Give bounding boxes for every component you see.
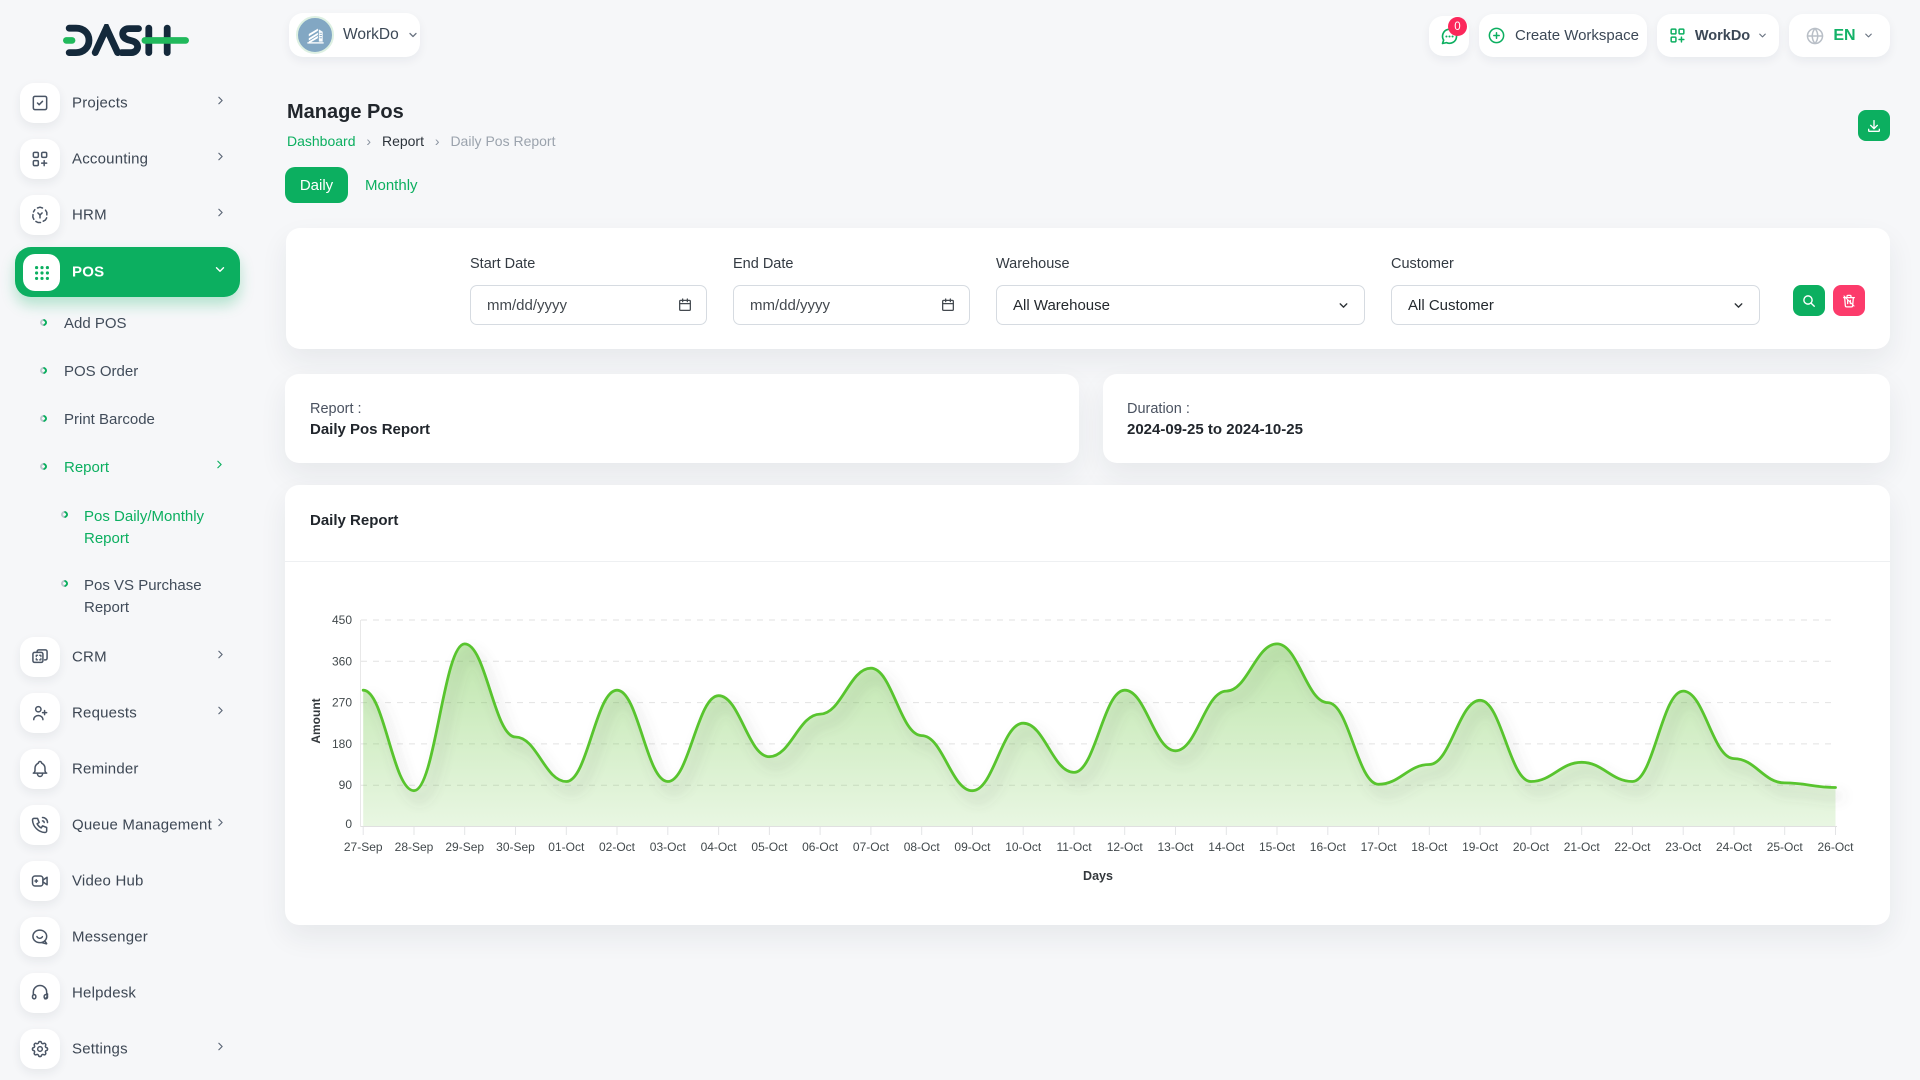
svg-text:450: 450 [332,613,352,627]
svg-text:14-Oct: 14-Oct [1208,840,1245,854]
svg-text:18-Oct: 18-Oct [1411,840,1448,854]
svg-text:25-Oct: 25-Oct [1767,840,1804,854]
svg-text:0: 0 [345,817,352,831]
svg-text:04-Oct: 04-Oct [701,840,738,854]
svg-text:Amount: Amount [309,698,323,743]
svg-text:180: 180 [332,737,352,751]
svg-text:09-Oct: 09-Oct [954,840,991,854]
svg-text:26-Oct: 26-Oct [1817,840,1854,854]
svg-text:28-Sep: 28-Sep [395,840,434,854]
svg-text:01-Oct: 01-Oct [548,840,585,854]
svg-text:21-Oct: 21-Oct [1564,840,1601,854]
svg-text:13-Oct: 13-Oct [1157,840,1194,854]
svg-text:08-Oct: 08-Oct [904,840,941,854]
svg-text:90: 90 [339,778,353,792]
svg-text:Days: Days [1083,869,1113,883]
svg-text:03-Oct: 03-Oct [650,840,687,854]
svg-text:30-Sep: 30-Sep [496,840,535,854]
svg-text:17-Oct: 17-Oct [1361,840,1398,854]
svg-text:24-Oct: 24-Oct [1716,840,1753,854]
svg-text:10-Oct: 10-Oct [1005,840,1042,854]
svg-text:07-Oct: 07-Oct [853,840,890,854]
svg-text:23-Oct: 23-Oct [1665,840,1702,854]
svg-text:15-Oct: 15-Oct [1259,840,1296,854]
svg-text:270: 270 [332,696,352,710]
svg-text:22-Oct: 22-Oct [1614,840,1651,854]
svg-text:27-Sep: 27-Sep [344,840,383,854]
svg-text:360: 360 [332,654,352,668]
svg-text:19-Oct: 19-Oct [1462,840,1499,854]
svg-text:02-Oct: 02-Oct [599,840,636,854]
svg-text:29-Sep: 29-Sep [445,840,484,854]
svg-text:05-Oct: 05-Oct [751,840,788,854]
svg-text:16-Oct: 16-Oct [1310,840,1347,854]
svg-text:11-Oct: 11-Oct [1056,840,1092,854]
svg-text:12-Oct: 12-Oct [1107,840,1144,854]
svg-text:20-Oct: 20-Oct [1513,840,1550,854]
svg-text:06-Oct: 06-Oct [802,840,839,854]
